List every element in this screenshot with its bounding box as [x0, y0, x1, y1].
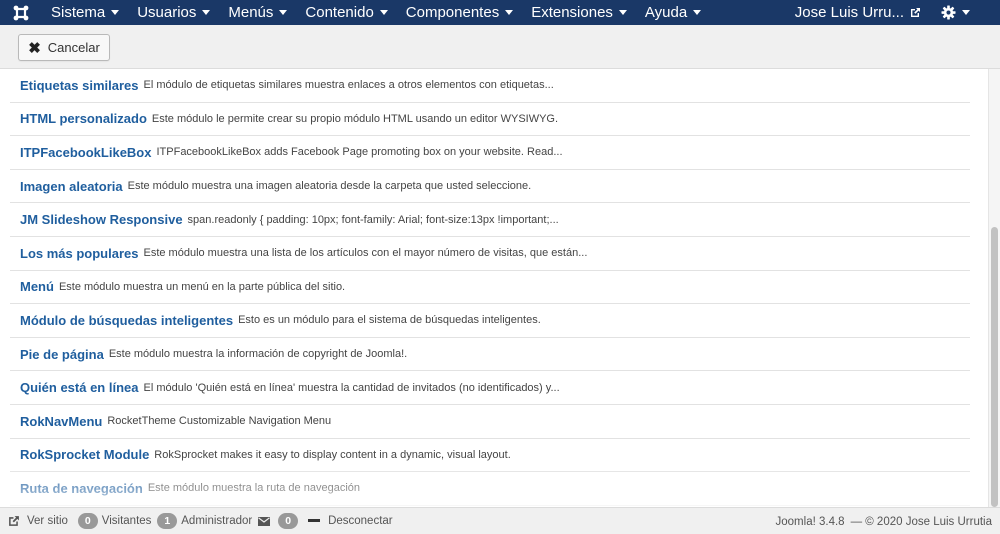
navbar-right: Jose Luis Urru... [795, 0, 1000, 25]
module-description: Este módulo muestra una imagen aleatoria… [127, 180, 532, 193]
menu-label: Sistema [51, 4, 106, 21]
module-description: Este módulo muestra la información de co… [108, 348, 408, 361]
module-description: span.readonly { padding: 10px; font-fami… [187, 213, 559, 226]
gear-icon [941, 5, 956, 20]
module-title-link[interactable]: HTML personalizado [20, 111, 147, 126]
module-title-link[interactable]: ITPFacebookLikeBox [20, 145, 151, 160]
list-item: JM Slideshow Responsive span.readonly { p… [10, 203, 970, 237]
messages-badge: 0 [278, 513, 299, 529]
module-description: RokSprocket makes it easy to display con… [154, 448, 511, 461]
caret-down-icon [505, 10, 514, 15]
cancel-button-label: Cancelar [47, 40, 100, 55]
menu-extensiones[interactable]: Extensiones [522, 0, 636, 25]
list-item: Imagen aleatoria Este módulo muestra una … [10, 170, 970, 204]
module-description: Este módulo le permite crear su propio m… [151, 112, 559, 125]
caret-down-icon [618, 10, 627, 15]
caret-down-icon [202, 10, 211, 15]
module-description: Este módulo muestra una lista de los art… [143, 247, 588, 260]
menu-label: Contenido [305, 4, 374, 21]
module-description: El módulo 'Quién está en línea' muestra … [143, 381, 560, 394]
module-title-link[interactable]: JM Slideshow Responsive [20, 212, 183, 227]
module-title-link[interactable]: Módulo de búsquedas inteligentes [20, 313, 233, 328]
settings-menu[interactable] [941, 5, 970, 20]
menu-label: Menús [228, 4, 274, 21]
module-description: Esto es un módulo para el sistema de bús… [238, 314, 541, 327]
module-list-panel: Etiquetas similares El módulo de etiqueta… [0, 69, 988, 507]
list-item: RokNavMenu RocketTheme Customizable Navig… [10, 405, 970, 439]
module-title-link[interactable]: Los más populares [20, 246, 138, 261]
status-bar-right: Joomla! 3.4.8 — © 2020 Jose Luis Urrutia [776, 508, 992, 534]
module-list: Etiquetas similares El módulo de etiqueta… [10, 69, 970, 506]
list-item: Menú Este módulo muestra un menú en la pa… [10, 271, 970, 305]
vertical-scrollbar[interactable] [988, 69, 1000, 507]
list-item: Módulo de búsquedas inteligentes Esto es … [10, 304, 970, 338]
caret-down-icon [379, 10, 388, 15]
module-title-link[interactable]: Quién está en línea [20, 380, 139, 395]
module-title-link[interactable]: Ruta de navegación [20, 481, 143, 496]
module-title-link[interactable]: RokNavMenu [20, 414, 102, 429]
logout-link[interactable]: Desconectar [308, 515, 393, 527]
caret-down-icon [962, 10, 970, 15]
module-title-link[interactable]: Pie de página [20, 347, 104, 362]
visitors-label: Visitantes [101, 515, 152, 527]
module-title-link[interactable]: RokSprocket Module [20, 447, 149, 462]
visitors-status: 0 Visitantes [77, 513, 152, 529]
module-description: ITPFacebookLikeBox adds Facebook Page pr… [156, 146, 563, 159]
joomla-logo-icon[interactable] [10, 2, 32, 24]
admins-status: 1 Administrador [157, 513, 252, 529]
toolbar: ✖ Cancelar [0, 25, 1000, 69]
copyright-text: — © 2020 Jose Luis Urrutia [850, 515, 992, 528]
menu-label: Extensiones [531, 4, 613, 21]
list-item: Ruta de navegación Este módulo muestra la… [10, 472, 970, 506]
module-title-link[interactable]: Menú [20, 279, 54, 294]
admins-badge: 1 [157, 513, 178, 529]
minus-icon [308, 519, 321, 522]
view-site-link[interactable]: Ver sitio [8, 515, 68, 527]
list-item: RokSprocket Module RokSprocket makes it e… [10, 439, 970, 473]
menu-label: Ayuda [644, 4, 688, 21]
module-description: Este módulo muestra un menú en la parte … [58, 280, 346, 293]
module-title-link[interactable]: Etiquetas similares [20, 78, 139, 93]
cancel-button[interactable]: ✖ Cancelar [18, 34, 110, 61]
list-item: HTML personalizado Este módulo le permite… [10, 103, 970, 137]
menu-label: Usuarios [137, 4, 197, 21]
module-title-link[interactable]: Imagen aleatoria [20, 179, 123, 194]
status-bar-left: Ver sitio 0 Visitantes 1 Administrador 0… [0, 513, 399, 529]
list-item: Pie de página Este módulo muestra la info… [10, 338, 970, 372]
close-icon: ✖ [28, 39, 41, 57]
logout-label: Desconectar [328, 515, 393, 527]
menu-usuarios[interactable]: Usuarios [128, 0, 219, 25]
version-text: Joomla! 3.4.8 [775, 515, 845, 528]
main-menu: Sistema Usuarios Menús Contenido Compone… [42, 0, 710, 25]
list-item: Quién está en línea El módulo 'Quién está… [10, 371, 970, 405]
list-item: ITPFacebookLikeBox ITPFacebookLikeBox add… [10, 136, 970, 170]
scrollbar-thumb[interactable] [991, 227, 998, 507]
external-link-icon [911, 8, 920, 17]
menu-ayuda[interactable]: Ayuda [636, 0, 710, 25]
external-link-icon [9, 516, 19, 526]
menu-sistema[interactable]: Sistema [42, 0, 128, 25]
user-name: Jose Luis Urru... [794, 4, 904, 21]
admins-label: Administrador [181, 515, 253, 527]
menu-label: Componentes [405, 4, 500, 21]
messages-link[interactable]: 0 [258, 513, 302, 529]
list-item: Etiquetas similares El módulo de etiqueta… [10, 69, 970, 103]
module-description: RocketTheme Customizable Navigation Menu [107, 415, 332, 428]
module-description: El módulo de etiquetas similares muestra… [143, 79, 554, 92]
module-description: Este módulo muestra la ruta de navegació… [147, 482, 360, 495]
caret-down-icon [111, 10, 120, 15]
view-site-label: Ver sitio [27, 515, 68, 527]
user-menu-link[interactable]: Jose Luis Urru... [795, 4, 921, 21]
menu-componentes[interactable]: Componentes [397, 0, 522, 25]
menu-menus[interactable]: Menús [219, 0, 296, 25]
envelope-icon [258, 516, 271, 526]
top-navbar: Sistema Usuarios Menús Contenido Compone… [0, 0, 1000, 25]
status-bar: Ver sitio 0 Visitantes 1 Administrador 0… [0, 507, 1000, 534]
caret-down-icon [279, 10, 288, 15]
caret-down-icon [693, 10, 702, 15]
menu-contenido[interactable]: Contenido [296, 0, 396, 25]
list-item: Los más populares Este módulo muestra una… [10, 237, 970, 271]
visitors-badge: 0 [77, 513, 98, 529]
